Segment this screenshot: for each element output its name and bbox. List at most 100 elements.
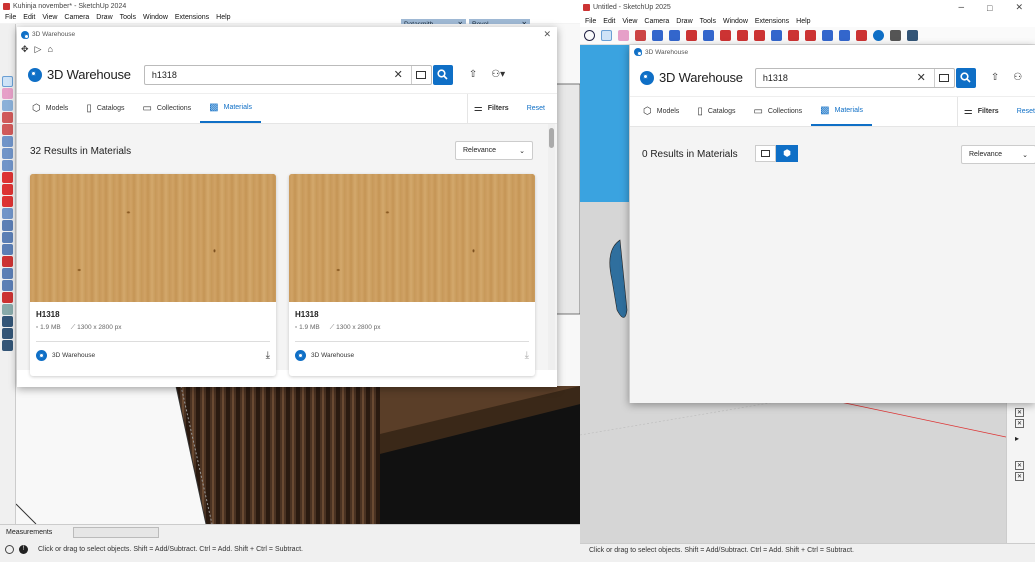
tape-tool-icon[interactable]	[771, 30, 782, 41]
download-icon[interactable]: ⤓	[525, 350, 529, 361]
menu-help[interactable]: Help	[796, 18, 810, 25]
scale-tool-icon[interactable]	[754, 30, 765, 41]
clear-search-icon[interactable]: ✕	[394, 68, 403, 81]
scale-tool-icon[interactable]	[2, 196, 13, 207]
layout-icon[interactable]	[907, 30, 918, 41]
info-icon[interactable]: !	[19, 545, 28, 554]
orbit-tool-icon[interactable]	[805, 30, 816, 41]
menu-edit[interactable]: Edit	[603, 18, 615, 25]
sort-dropdown[interactable]: Relevance ⌄	[961, 145, 1035, 164]
menu-extensions[interactable]: Extensions	[755, 18, 789, 25]
menu-draw[interactable]: Draw	[96, 14, 112, 21]
section-tool-icon[interactable]	[2, 304, 13, 315]
position-camera-icon[interactable]	[2, 340, 13, 351]
material-name[interactable]: H1318	[36, 310, 270, 319]
text-tool-icon[interactable]	[2, 232, 13, 243]
warehouse-brand[interactable]: 3D Warehouse	[28, 67, 131, 82]
publisher-name[interactable]: 3D Warehouse	[52, 352, 95, 359]
tape-tool-icon[interactable]	[2, 220, 13, 231]
search-button[interactable]	[955, 67, 976, 88]
menu-camera[interactable]: Camera	[64, 14, 89, 21]
look-tool-icon[interactable]	[2, 328, 13, 339]
image-search-icon[interactable]	[933, 68, 954, 87]
line-tool-icon[interactable]	[652, 30, 663, 41]
forward-arrow-icon[interactable]: ▷	[35, 44, 42, 55]
image-search-icon[interactable]	[410, 65, 431, 84]
scrollbar[interactable]	[548, 124, 555, 370]
material-thumbnail[interactable]	[289, 174, 535, 302]
offset-tool-icon[interactable]	[2, 208, 13, 219]
zoom-extents-icon[interactable]	[856, 30, 867, 41]
close-window-icon[interactable]: ✕	[1015, 2, 1023, 13]
back-arrow-icon[interactable]: ✥	[21, 44, 29, 55]
menu-window[interactable]: Window	[143, 14, 168, 21]
paint-tool-icon[interactable]	[788, 30, 799, 41]
rectangle-tool-icon[interactable]	[2, 136, 13, 147]
menu-extensions[interactable]: Extensions	[175, 14, 209, 21]
search-input[interactable]: h1318 ✕	[143, 64, 432, 85]
line-tool-icon[interactable]	[2, 112, 13, 123]
tab-catalogs[interactable]: ▯ Catalogs	[77, 94, 133, 123]
search-button[interactable]	[432, 64, 453, 85]
reset-button[interactable]: Reset	[518, 94, 557, 123]
orbit-tool-icon[interactable]	[2, 256, 13, 267]
pan-tool-icon[interactable]	[2, 268, 13, 279]
material-thumbnail[interactable]	[30, 174, 276, 302]
offset-tool-icon[interactable]	[703, 30, 714, 41]
3d-view-icon[interactable]: ⬢	[776, 145, 798, 162]
menu-file[interactable]: File	[5, 14, 16, 21]
extension-warehouse-icon[interactable]	[890, 30, 901, 41]
paint-tool-icon[interactable]	[2, 100, 13, 111]
menu-view[interactable]: View	[42, 14, 57, 21]
walk-tool-icon[interactable]	[2, 316, 13, 327]
pan-tool-icon[interactable]	[822, 30, 833, 41]
minimize-icon[interactable]: –	[958, 2, 964, 13]
tab-collections[interactable]: ▭ Collections	[744, 97, 811, 126]
zoom-extents-icon[interactable]	[2, 292, 13, 303]
zoom-tool-icon[interactable]	[839, 30, 850, 41]
close-icon[interactable]: ✕	[543, 29, 551, 40]
tab-catalogs[interactable]: ▯ Catalogs	[688, 97, 744, 126]
material-card[interactable]: H1318 ▫ 1.9 MB ⟋ 1300 x 2800 px 3D Wareh…	[289, 174, 535, 376]
circle-tool-icon[interactable]	[2, 148, 13, 159]
menu-camera[interactable]: Camera	[644, 18, 669, 25]
pencil-tool-icon[interactable]	[635, 30, 646, 41]
download-icon[interactable]: ⤓	[266, 350, 270, 361]
tab-materials[interactable]: ▩ Materials	[200, 94, 262, 123]
menu-file[interactable]: File	[585, 18, 596, 25]
reset-button[interactable]: Reset	[1008, 97, 1035, 126]
geolocation-icon[interactable]	[5, 545, 14, 554]
account-icon[interactable]: ⚇▾	[491, 69, 505, 80]
expand-panel-icon[interactable]: ▸	[1015, 434, 1027, 443]
measurements-field[interactable]	[73, 527, 159, 538]
close-panel-icon[interactable]: ✕	[1015, 419, 1024, 428]
close-panel-icon[interactable]: ✕	[1015, 408, 1024, 417]
menu-tools[interactable]: Tools	[120, 14, 136, 21]
warehouse-brand[interactable]: 3D Warehouse	[640, 70, 743, 85]
warehouse-tool-icon[interactable]	[873, 30, 884, 41]
clear-search-icon[interactable]: ✕	[917, 71, 926, 84]
account-icon[interactable]: ⚇	[1013, 72, 1022, 83]
menu-edit[interactable]: Edit	[23, 14, 35, 21]
rotate-tool-icon[interactable]	[2, 184, 13, 195]
menu-tools[interactable]: Tools	[700, 18, 716, 25]
material-card[interactable]: H1318 ▫ 1.9 MB ⟋ 1300 x 2800 px 3D Wareh…	[30, 174, 276, 376]
maximize-icon[interactable]: □	[987, 3, 992, 13]
upload-icon[interactable]: ⇧	[991, 72, 999, 83]
arc-tool-icon[interactable]	[2, 124, 13, 135]
eraser-tool-icon[interactable]	[618, 30, 629, 41]
rotate-tool-icon[interactable]	[737, 30, 748, 41]
home-icon[interactable]: ⌂	[47, 44, 52, 54]
select-tool-icon[interactable]	[2, 76, 13, 87]
upload-icon[interactable]: ⇧	[469, 69, 477, 80]
axes-tool-icon[interactable]	[2, 244, 13, 255]
search-input[interactable]: h1318 ✕	[754, 67, 955, 88]
tab-models[interactable]: ⬡ Models	[23, 94, 77, 123]
eraser-tool-icon[interactable]	[2, 88, 13, 99]
menu-window[interactable]: Window	[723, 18, 748, 25]
tab-models[interactable]: ⬡ Models	[634, 97, 688, 126]
filters-button[interactable]: ⚌ Filters	[956, 97, 1008, 126]
zoom-tool-icon[interactable]	[2, 280, 13, 291]
filters-button[interactable]: ⚌ Filters	[466, 94, 518, 123]
push-pull-tool-icon[interactable]	[686, 30, 697, 41]
